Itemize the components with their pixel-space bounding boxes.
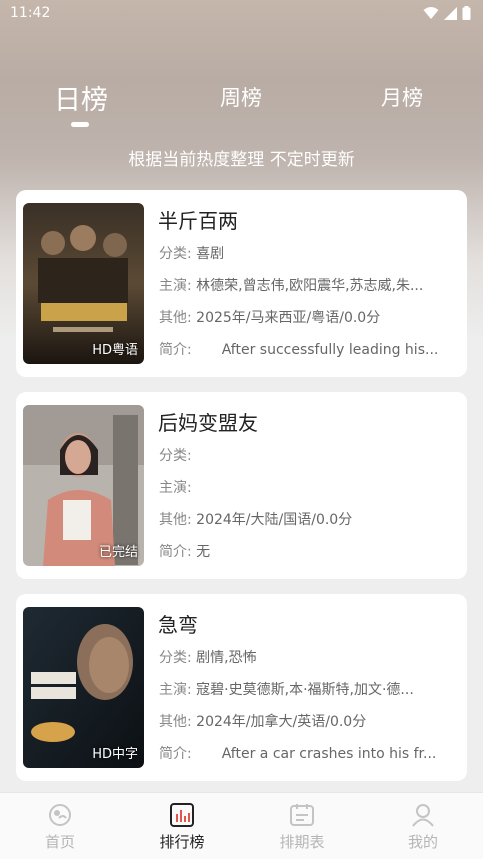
cast-row: 主演: <box>159 477 459 497</box>
nav-mine[interactable]: 我的 <box>383 803 463 852</box>
genre-row: 分类: 剧情,恐怖 <box>159 647 459 667</box>
genre-label: 分类: <box>159 246 192 262</box>
nav-schedule-label: 排期表 <box>279 833 325 851</box>
other-label: 其他: <box>159 310 192 326</box>
genre-label: 分类: <box>159 448 192 464</box>
movie-card[interactable]: HD粤语 半斤百两 分类: 喜剧 主演: 林德荣,曾志伟,欧阳震华,苏志威,朱.… <box>16 190 467 377</box>
other-row: 其他: 2024年/大陆/国语/0.0分 <box>159 509 459 529</box>
tab-weekly[interactable]: 周榜 <box>211 82 271 112</box>
intro-row: 简介: After a car crashes into his fr... <box>159 743 459 763</box>
tab-monthly[interactable]: 月榜 <box>372 82 432 112</box>
other-value: 2024年/大陆/国语/0.0分 <box>196 512 353 528</box>
quality-badge: 已完结 <box>98 545 138 560</box>
other-value: 2024年/加拿大/英语/0.0分 <box>196 714 367 730</box>
tab-daily[interactable]: 日榜 <box>52 78 110 117</box>
intro-label: 简介: <box>159 746 192 762</box>
movie-card[interactable]: 已完结 后妈变盟友 分类: 主演: 其他: 2024年/大陆/国语/0.0分 简… <box>16 392 467 579</box>
other-label: 其他: <box>159 512 192 528</box>
home-icon <box>49 804 71 826</box>
bottom-nav: 首页 排行榜 排期表 我的 <box>0 792 483 859</box>
cast-label: 主演: <box>159 682 192 698</box>
intro-label: 简介: <box>159 342 192 358</box>
movie-poster[interactable]: HD中字 <box>23 607 144 768</box>
genre-label: 分类: <box>159 650 192 666</box>
quality-badge: HD中字 <box>92 747 138 762</box>
battery-icon <box>462 6 471 20</box>
status-time: 11:42 <box>10 5 51 21</box>
wifi-icon <box>423 7 439 19</box>
signal-icon <box>444 6 457 20</box>
genre-row: 分类: <box>159 445 459 465</box>
other-value: 2025年/马来西亚/粤语/0.0分 <box>196 310 381 326</box>
calendar-icon <box>290 804 314 826</box>
intro-value: After a car crashes into his fr... <box>221 746 437 762</box>
cast-row: 主演: 林德荣,曾志伟,欧阳震华,苏志威,朱... <box>159 275 459 295</box>
nav-home-label: 首页 <box>44 833 75 851</box>
cast-row: 主演: 寇碧·史莫德斯,本·福斯特,加文·德... <box>159 679 459 699</box>
movie-title[interactable]: 后妈变盟友 <box>158 407 258 436</box>
intro-label: 简介: <box>159 544 192 560</box>
nav-rank-label: 排行榜 <box>159 833 205 851</box>
status-bar: 11:42 <box>0 0 483 28</box>
quality-badge: HD粤语 <box>92 343 138 358</box>
ranking-chart-icon <box>170 803 194 827</box>
nav-home[interactable]: 首页 <box>20 803 100 852</box>
cast-label: 主演: <box>159 480 192 496</box>
other-row: 其他: 2024年/加拿大/英语/0.0分 <box>159 711 459 731</box>
intro-row: 简介: 无 <box>159 541 459 561</box>
movie-poster[interactable]: HD粤语 <box>23 203 144 364</box>
movie-poster[interactable]: 已完结 <box>23 405 144 566</box>
nav-mine-label: 我的 <box>407 833 438 851</box>
ranking-subtitle: 根据当前热度整理 不定时更新 <box>128 150 355 170</box>
cast-label: 主演: <box>159 278 192 294</box>
status-icons <box>423 6 471 20</box>
movie-title[interactable]: 急弯 <box>158 609 198 638</box>
intro-value: After successfully leading his... <box>221 342 439 358</box>
nav-rank[interactable]: 排行榜 <box>142 803 222 852</box>
genre-value: 剧情,恐怖 <box>196 650 257 666</box>
other-row: 其他: 2025年/马来西亚/粤语/0.0分 <box>159 307 459 327</box>
user-icon <box>412 804 434 827</box>
genre-value: 喜剧 <box>196 246 225 262</box>
intro-value: 无 <box>196 544 211 560</box>
nav-schedule[interactable]: 排期表 <box>262 803 342 852</box>
cast-value: 寇碧·史莫德斯,本·福斯特,加文·德... <box>196 682 414 698</box>
cast-value: 林德荣,曾志伟,欧阳震华,苏志威,朱... <box>196 278 424 294</box>
genre-row: 分类: 喜剧 <box>159 243 459 263</box>
intro-row: 简介: After successfully leading his... <box>159 339 459 359</box>
other-label: 其他: <box>159 714 192 730</box>
movie-card[interactable]: HD中字 急弯 分类: 剧情,恐怖 主演: 寇碧·史莫德斯,本·福斯特,加文·德… <box>16 594 467 781</box>
movie-title[interactable]: 半斤百两 <box>158 205 238 234</box>
tab-active-indicator <box>71 122 89 127</box>
